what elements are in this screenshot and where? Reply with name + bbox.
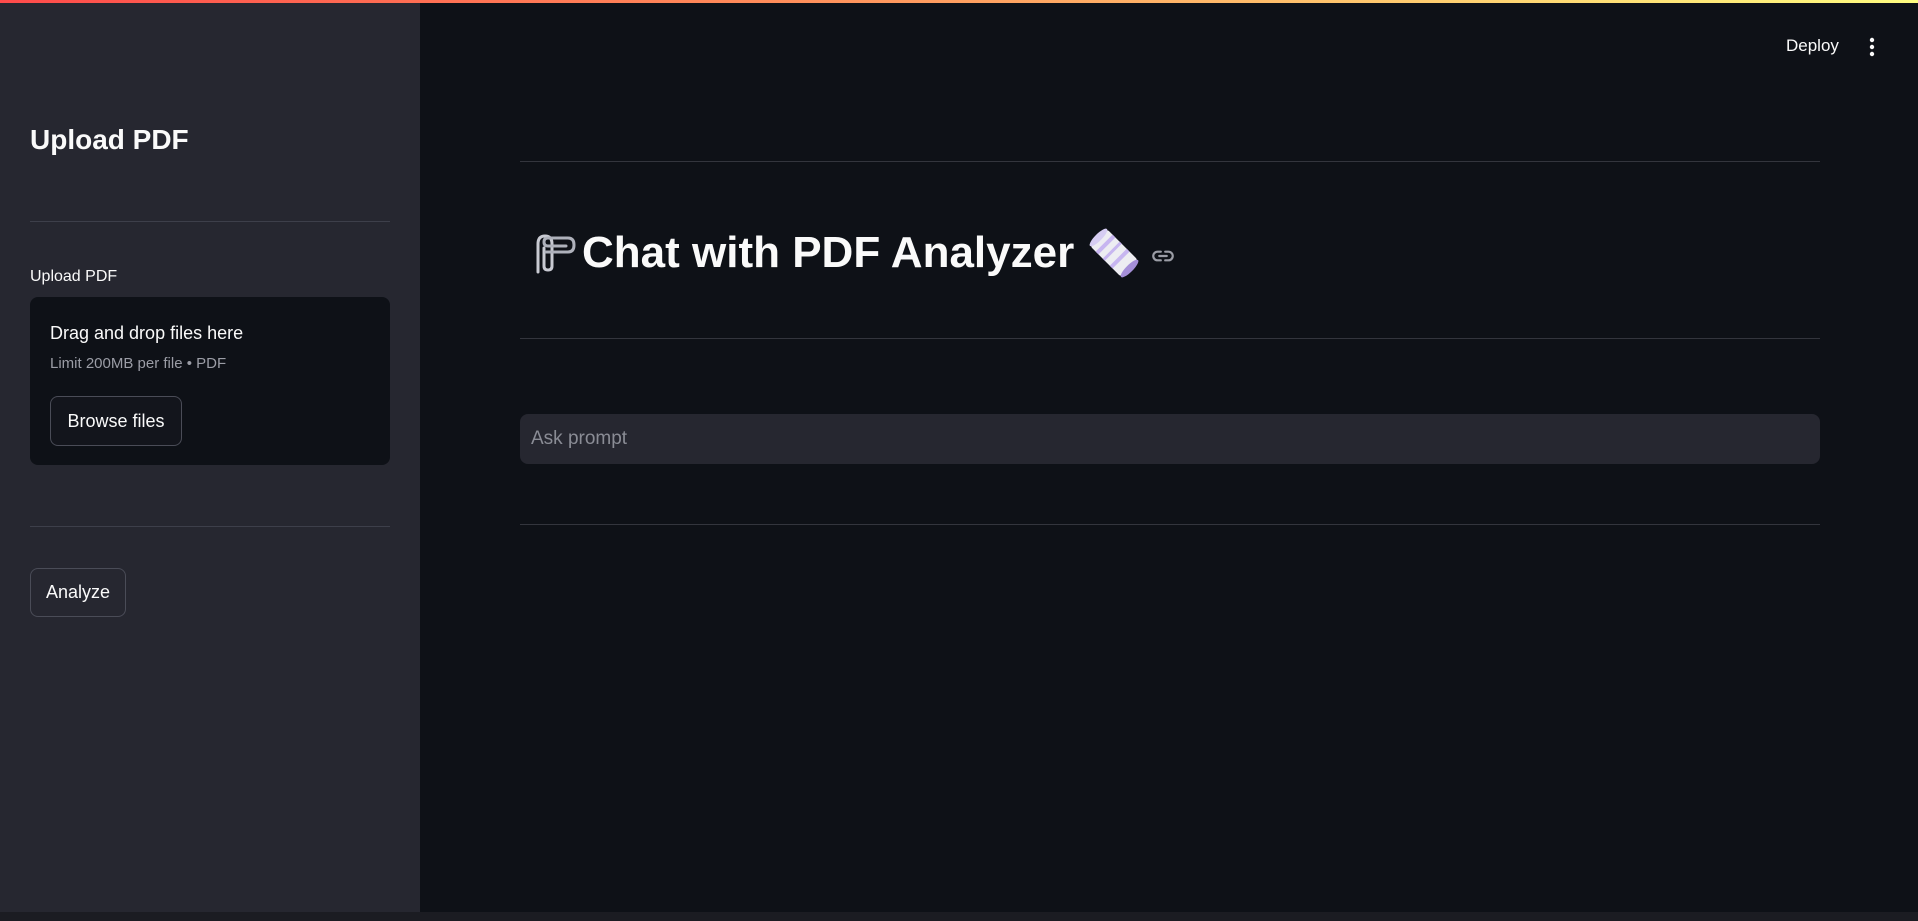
page-title-row: Chat with PDF Analyzer bbox=[526, 222, 1176, 284]
file-dropzone[interactable]: Drag and drop files here Limit 200MB per… bbox=[30, 297, 390, 465]
dropzone-limit-text: Limit 200MB per file • PDF bbox=[50, 355, 227, 372]
main-divider bbox=[520, 524, 1820, 525]
deploy-button[interactable]: Deploy bbox=[1786, 36, 1839, 56]
header-decoration-bar bbox=[0, 0, 1918, 3]
prompt-input[interactable] bbox=[520, 414, 1820, 464]
paperclips-icon bbox=[536, 234, 576, 274]
dropzone-instructions: Drag and drop files here bbox=[50, 323, 244, 343]
sidebar: Upload PDF Upload PDF Drag and drop file… bbox=[0, 0, 420, 912]
sidebar-title: Upload PDF bbox=[30, 124, 189, 155]
sidebar-divider bbox=[30, 526, 390, 527]
more-vertical-icon[interactable] bbox=[1864, 36, 1880, 58]
taskbar-strip bbox=[0, 912, 1918, 921]
file-uploader-label: Upload PDF bbox=[30, 268, 118, 285]
main-divider bbox=[520, 161, 1820, 162]
app: Upload PDF Upload PDF Drag and drop file… bbox=[0, 0, 1918, 921]
sidebar-divider bbox=[30, 221, 390, 222]
roll-of-paper-icon bbox=[1089, 228, 1139, 278]
analyze-button[interactable]: Analyze bbox=[30, 568, 126, 617]
browse-files-button[interactable]: Browse files bbox=[50, 396, 182, 446]
link-icon[interactable] bbox=[1150, 243, 1176, 269]
page-title: Chat with PDF Analyzer bbox=[582, 228, 1075, 277]
main-divider bbox=[520, 338, 1820, 339]
